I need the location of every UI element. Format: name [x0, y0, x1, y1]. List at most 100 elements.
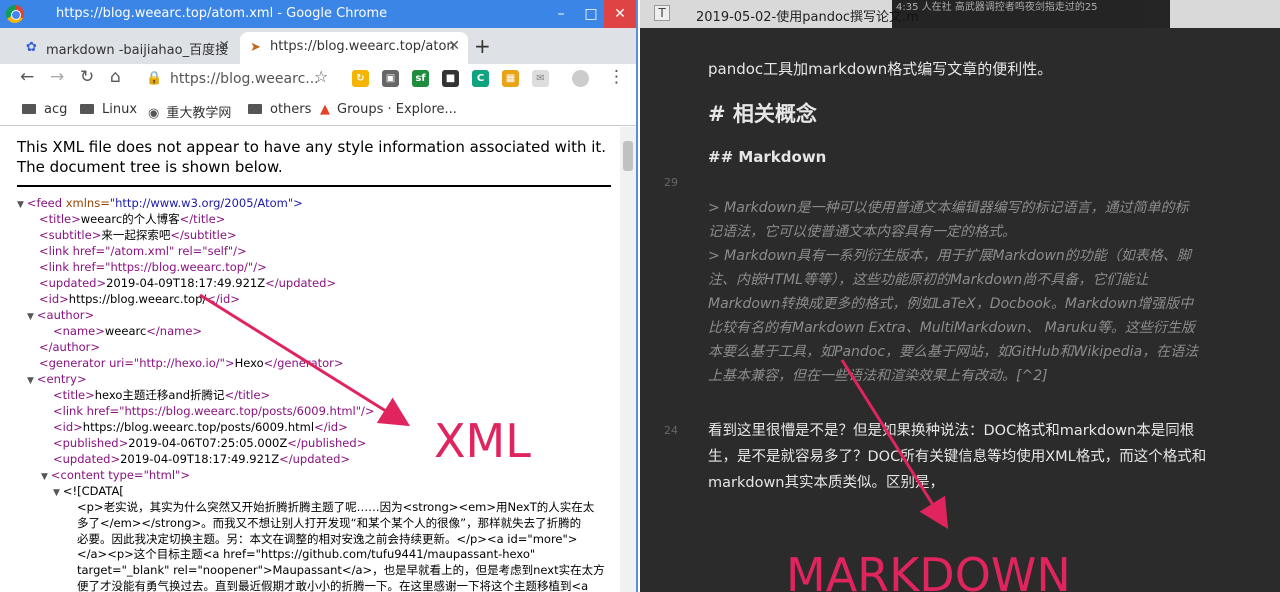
gitlab-icon: ▲	[320, 102, 330, 117]
url-text: https://blog.weearc...	[170, 71, 319, 87]
xml-viewer: This XML file does not appear to have an…	[0, 127, 620, 592]
editor-title-bar: T 2019-05-02-使用pandoc撰写论文.m 4:35 人在社 高武器…	[640, 0, 1280, 28]
window-title: https://blog.weearc.top/atom.xml - Googl…	[56, 6, 388, 21]
xml-entry-link-line: <link href="https://blog.weearc.top/post…	[53, 404, 375, 418]
cdata-line: 多了</em></strong>。而我又不想让别人打开发现“和某个某个人的很像”…	[77, 515, 582, 530]
menu-icon[interactable]: ⋮	[608, 67, 625, 87]
lock-icon: 🔒	[146, 71, 163, 86]
address-bar[interactable]: 🔒 https://blog.weearc...	[140, 67, 340, 91]
quote-line: 注、内嵌HTML等等），这些功能原初的Markdown尚不具备，它们能让	[708, 272, 1149, 288]
extension-icon[interactable]: ▦	[502, 70, 519, 87]
extension-icon[interactable]: ■	[442, 70, 459, 87]
heading-2[interactable]: ## Markdown	[708, 148, 826, 166]
xml-link-self-line: <link href="/atom.xml" rel="self"/>	[39, 244, 247, 258]
intro-line[interactable]: pandoc工具加markdown格式编写文章的便利性。	[708, 58, 1052, 79]
xml-entry-updated-line: <updated>2019-04-09T18:17:49.921Z</updat…	[53, 452, 351, 466]
tab-close-icon[interactable]: ✕	[448, 38, 460, 54]
avatar[interactable]	[572, 70, 589, 87]
para-line: 看到这里很懵是不是？但是如果换种说法：DOC格式和markdown本是同根	[708, 423, 1195, 439]
paragraph[interactable]: 看到这里很懵是不是？但是如果换种说法：DOC格式和markdown本是同根 生，…	[708, 418, 1248, 496]
chrome-window: https://blog.weearc.top/atom.xml - Googl…	[0, 0, 638, 592]
xml-subtitle-line: <subtitle>来一起探索吧</subtitle>	[39, 228, 237, 242]
xml-entry-open[interactable]: ▼ <entry>	[27, 372, 87, 389]
cdata-line: 便了才没能有勇气换过去。直到最近假期才敢小小的折腾一下。在这里感谢一下将这个主题…	[77, 578, 589, 592]
cdata-line: target="_blank" rel="noopener">Maupassan…	[77, 563, 605, 578]
bookmark-label: others	[270, 102, 312, 117]
tab-close-icon[interactable]: ✕	[218, 38, 230, 54]
markdown-editor: T 2019-05-02-使用pandoc撰写论文.m 4:35 人在社 高武器…	[640, 0, 1280, 592]
quote-line: > Markdown是一种可以使用普通文本编辑器编写的标记语言，通过简单的标	[708, 200, 1189, 216]
tab-strip: ✿ markdown -baijiahao_百度搜 ✕ ➤ https://bl…	[0, 28, 636, 64]
bookmark-label: Linux	[102, 102, 138, 117]
extension-icon[interactable]: C	[472, 70, 489, 87]
back-arrow-icon[interactable]: ←	[20, 67, 34, 87]
folder-icon	[22, 104, 36, 114]
title-bar: https://blog.weearc.top/atom.xml - Googl…	[0, 0, 636, 28]
xml-content-open[interactable]: ▼ <content type="html">	[41, 468, 190, 485]
chrome-logo-icon	[6, 5, 24, 23]
xml-author-close: </author>	[39, 340, 101, 354]
cdata-line: 必要。因此我决定切换主题。另：本文在调整的相对安逸之前会持续更新。</p><a …	[77, 531, 578, 546]
tab-baidu[interactable]: ✿ markdown -baijiahao_百度搜 ✕	[16, 32, 238, 64]
xml-link-home-line: <link href="https://blog.weearc.top/"/>	[39, 260, 267, 274]
quote-line: Markdown转换成更多的格式，例如LaTeX，Docbook。Markdow…	[708, 296, 1194, 312]
extension-icon[interactable]: ↻	[352, 70, 369, 87]
star-icon[interactable]: ☆	[314, 67, 328, 86]
quote-line: 记语法，它可以使普通文本内容具有一定的格式。	[708, 224, 1016, 240]
quote-line: 上基本兼容，但在一些语法和渲染效果上有改动。[^2]	[708, 368, 1048, 384]
xml-generator-line: <generator uri="http://hexo.io/">Hexo</g…	[39, 356, 344, 370]
extension-icon[interactable]: ✉	[532, 70, 549, 87]
home-icon[interactable]: ⌂	[110, 67, 121, 87]
xml-cdata-open[interactable]: ▼ <![CDATA[	[53, 484, 124, 501]
line-number: 29	[664, 176, 678, 189]
toolbar: ← → ↻ ⌂ 🔒 https://blog.weearc... ☆ ↻ ▣ s…	[0, 64, 636, 94]
xml-published-line: <published>2019-04-06T07:25:05.000Z</pub…	[53, 436, 367, 450]
extension-icon[interactable]: sf	[412, 70, 429, 87]
close-button[interactable]: ✕	[604, 0, 636, 28]
heading-1[interactable]: # 相关概念	[708, 98, 817, 128]
folder-icon	[80, 104, 94, 114]
quote-line: 本要么基于工具，如Pandoc，要么基于网站，如GitHub和Wikipedia…	[708, 344, 1199, 360]
para-line: markdown其实本质类似。区别是，	[708, 475, 944, 491]
bookmark-label: acg	[44, 102, 68, 117]
bookmark-cqu[interactable]: ◉ 重大教学网	[148, 102, 231, 121]
xml-entry-title-line: <title>hexo主题迁移and折腾记</title>	[53, 388, 271, 402]
markdown-annotation-label: MARKDOWN	[786, 548, 1071, 592]
cdata-line: <p>老实说，其实为什么突然又开始折腾折腾主题了呢……因为<strong><em…	[77, 500, 595, 514]
maximize-button[interactable]: □	[576, 0, 606, 28]
xml-feed-line[interactable]: ▼ <feed xmlns="http://www.w3.org/2005/Ato…	[17, 196, 303, 213]
para-line: 生，是不是就容易多了？DOC所有关键信息等均使用XML格式，而这个格式和	[708, 449, 1207, 465]
scrollbar[interactable]	[620, 127, 636, 592]
xml-updated-line: <updated>2019-04-09T18:17:49.921Z</updat…	[39, 276, 337, 290]
quote-line: 比较有名的有Markdown Extra、MultiMarkdown、 Maru…	[708, 320, 1195, 336]
bookmark-label: Groups · Explore...	[337, 102, 457, 117]
document-title: 2019-05-02-使用pandoc撰写论文.m	[696, 10, 919, 25]
typora-icon: T	[654, 5, 670, 21]
xml-author-open[interactable]: ▼ <author>	[27, 308, 94, 325]
forward-arrow-icon[interactable]: →	[50, 67, 64, 87]
tab-atom-xml[interactable]: ➤ https://blog.weearc.top/aton ✕	[240, 32, 468, 64]
quote-line: > Markdown具有一系列衍生版本，用于扩展Markdown的功能（如表格、…	[708, 248, 1191, 264]
xml-style-notice: This XML file does not appear to have an…	[17, 137, 611, 187]
bookmark-linux[interactable]: Linux	[80, 102, 137, 117]
minimize-button[interactable]: –	[546, 0, 576, 28]
bookmark-gitlab[interactable]: ▲ Groups · Explore...	[320, 102, 457, 117]
pin-icon: ➤	[250, 40, 261, 55]
bookmark-label: 重大教学网	[166, 106, 232, 121]
folder-icon	[248, 104, 262, 114]
globe-icon: ◉	[148, 106, 160, 121]
scrollbar-thumb[interactable]	[623, 141, 633, 171]
new-tab-button[interactable]: +	[474, 34, 491, 58]
bookmarks-bar: acg Linux ◉ 重大教学网 others ▲ Groups · Explor…	[0, 94, 636, 126]
bookmark-others[interactable]: others	[248, 102, 311, 117]
xml-title-line: <title>weearc的个人博客</title>	[39, 212, 226, 226]
tab-label: https://blog.weearc.top/aton	[270, 39, 455, 54]
blockquote[interactable]: > Markdown是一种可以使用普通文本编辑器编写的标记语言，通过简单的标 记…	[708, 196, 1238, 388]
xml-cdata-text: <p>老实说，其实为什么突然又开始折腾折腾主题了呢……因为<strong><em…	[77, 500, 617, 592]
bookmark-acg[interactable]: acg	[22, 102, 67, 117]
xml-name-line: <name>weearc</name>	[53, 324, 203, 338]
line-number: 24	[664, 424, 678, 437]
tab-label: markdown -baijiahao_百度搜	[46, 43, 229, 58]
extension-icon[interactable]: ▣	[382, 70, 399, 87]
reload-icon[interactable]: ↻	[80, 67, 94, 87]
